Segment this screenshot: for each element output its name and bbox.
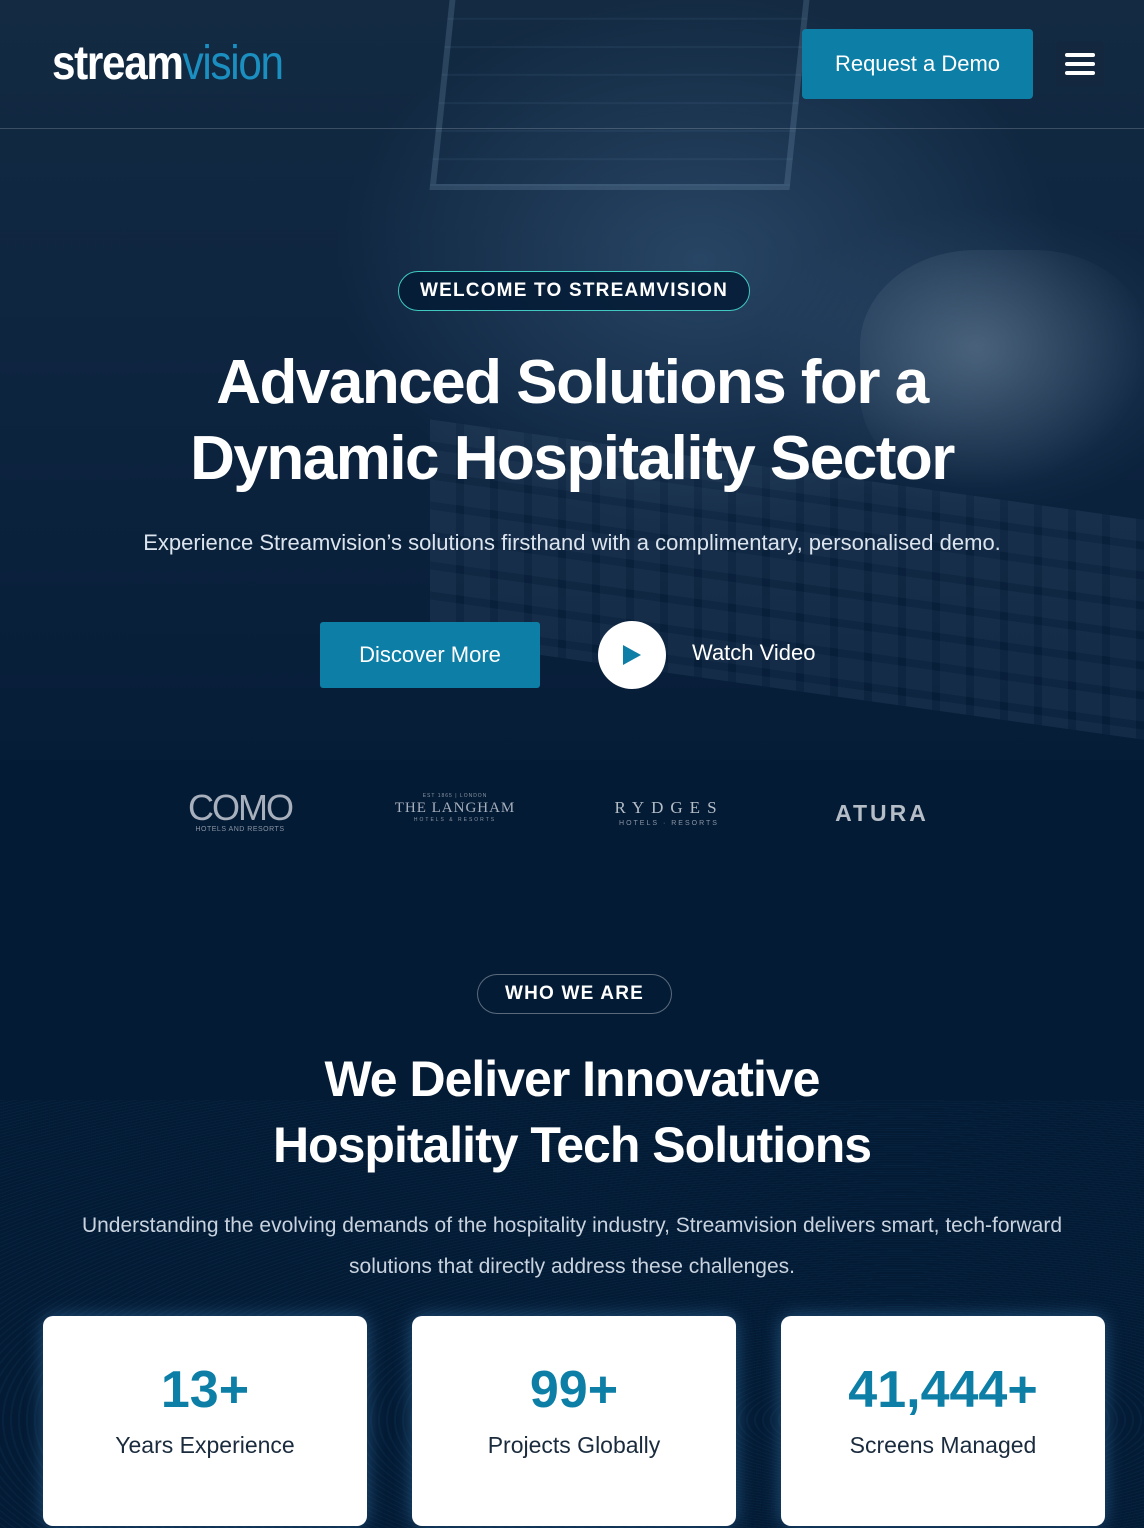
watch-video-link[interactable]: Watch Video (692, 640, 816, 666)
brand-logo-atura: ATURA (820, 800, 944, 827)
play-icon[interactable] (598, 621, 666, 689)
about-title: We Deliver Innovative Hospitality Tech S… (0, 1046, 1144, 1178)
site-header: streamvision Request a Demo (0, 0, 1144, 129)
brand-logo-langham: EST 1865 | LONDON THE LANGHAM HOTELS & R… (388, 793, 522, 823)
discover-more-button[interactable]: Discover More (320, 622, 540, 688)
stat-value: 13+ (160, 1361, 250, 1419)
who-we-are-badge: WHO WE ARE (477, 974, 672, 1014)
hero-title: Advanced Solutions for a Dynamic Hospita… (0, 345, 1144, 497)
hero-title-line-2: Dynamic Hospitality Sector (190, 424, 955, 493)
welcome-badge: WELCOME TO STREAMVISION (398, 271, 750, 311)
about-title-line-2: Hospitality Tech Solutions (272, 1117, 872, 1173)
stat-value: 41,444+ (848, 1361, 1038, 1419)
brand-name: THE LANGHAM (394, 800, 516, 816)
hero-title-line-1: Advanced Solutions for a (216, 348, 929, 417)
brand-tagline: HOTELS & RESORTS (413, 817, 497, 823)
brand-name: RYDGES (614, 798, 724, 817)
about-title-line-1: We Deliver Innovative (324, 1051, 821, 1107)
logo-text-stream: stream (52, 37, 184, 90)
about-paragraph: Understanding the evolving demands of th… (81, 1214, 1063, 1278)
hero-subtitle: Experience Streamvision’s solutions firs… (143, 530, 1001, 555)
logo-text-vision: vision (182, 37, 284, 90)
stat-label: Screens Managed (849, 1432, 1037, 1458)
request-demo-button[interactable]: Request a Demo (802, 29, 1033, 99)
play-triangle-icon (623, 645, 641, 665)
brand-name: ATURA (835, 800, 929, 826)
brand-tagline: HOTELS · RESORTS (619, 820, 719, 827)
brand-logo-rydges: RYDGES HOTELS · RESORTS (600, 798, 738, 827)
brand-logo-como: COMO HOTELS AND RESORTS (170, 787, 310, 834)
stat-card: 41,444+ Screens Managed (781, 1316, 1105, 1526)
stat-card: 99+ Projects Globally (412, 1316, 736, 1526)
stat-label: Years Experience (115, 1432, 295, 1458)
streamvision-logo[interactable]: streamvision (52, 36, 284, 92)
hamburger-menu-icon[interactable] (1056, 41, 1104, 87)
stat-card: 13+ Years Experience (43, 1316, 367, 1526)
brand-name: COMO (188, 787, 294, 828)
stat-value: 99+ (529, 1361, 619, 1419)
stat-label: Projects Globally (487, 1432, 661, 1458)
